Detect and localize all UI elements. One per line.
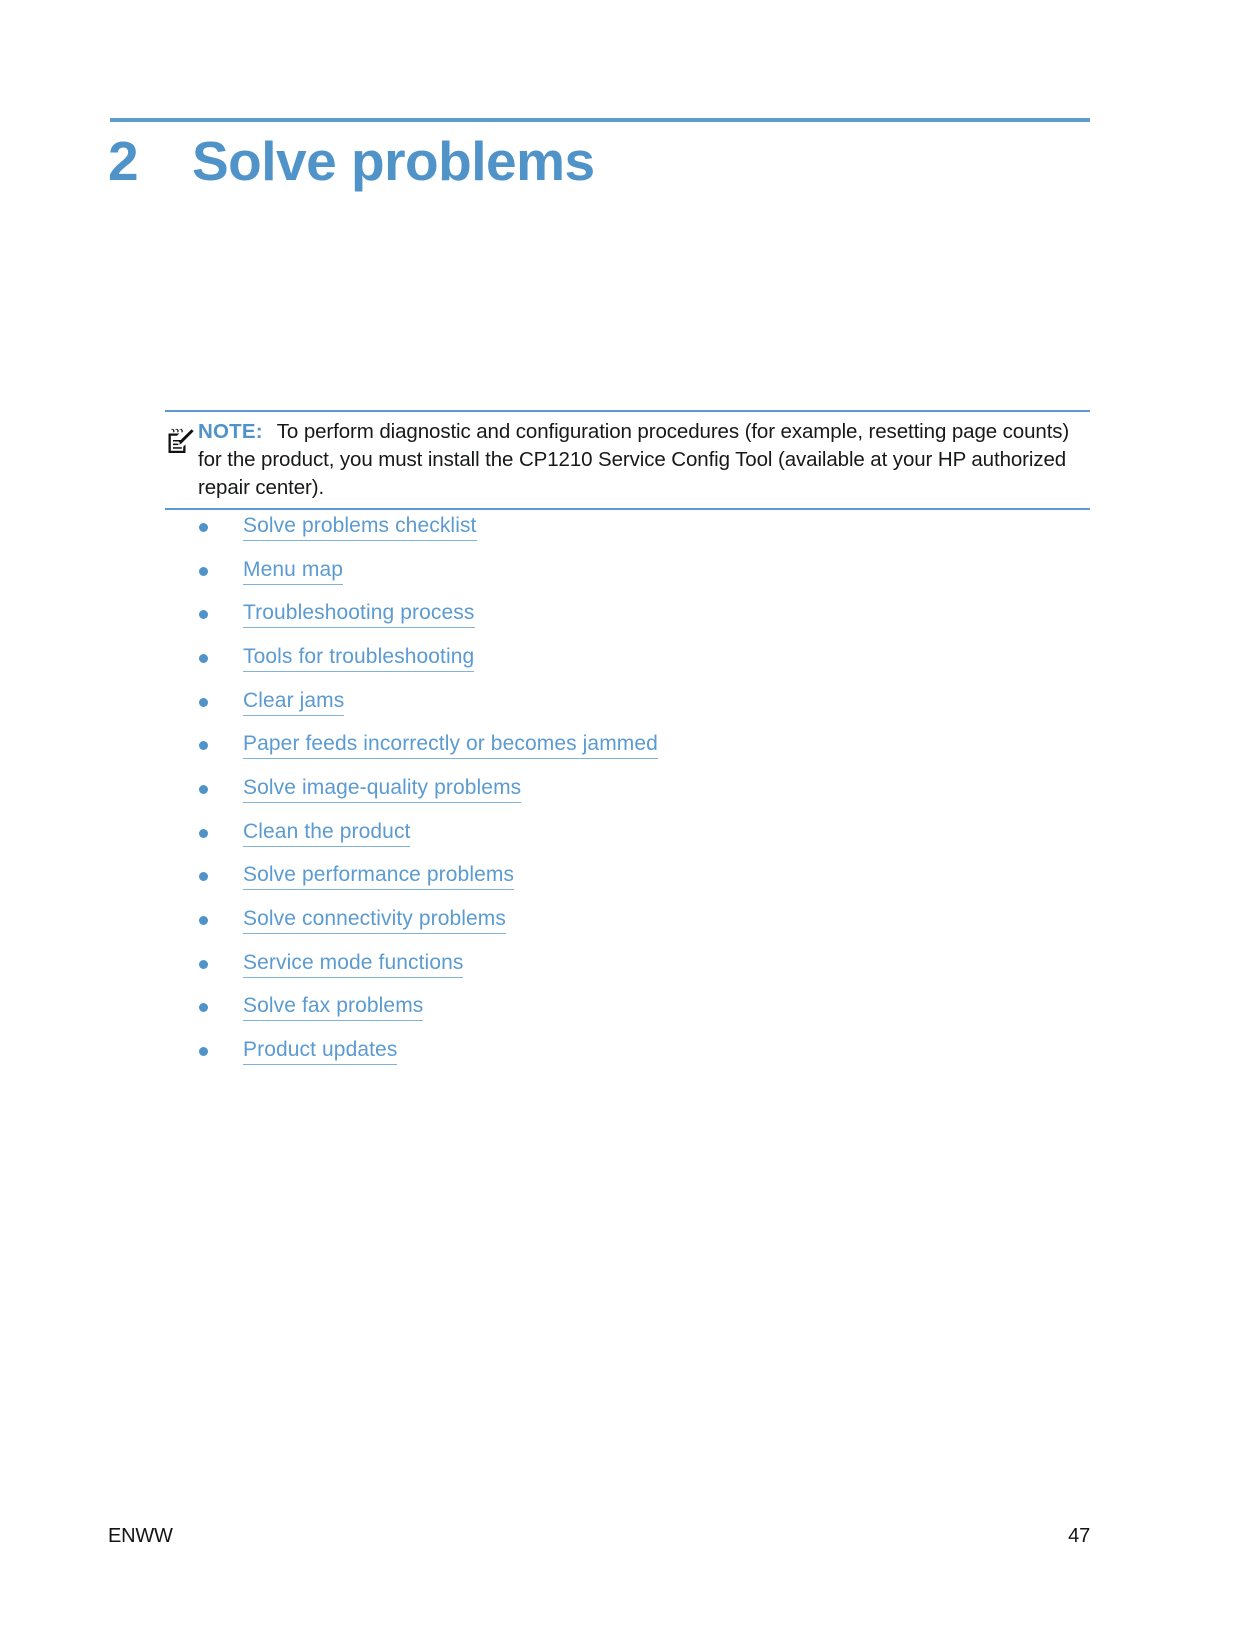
bullet-icon — [199, 959, 208, 969]
toc-link-product-updates[interactable]: Product updates — [243, 1037, 398, 1066]
list-item[interactable]: Paper feeds incorrectly or becomes jamme… — [196, 723, 1096, 767]
toc-link-clear-jams[interactable]: Clear jams — [243, 688, 345, 716]
bullet-icon — [199, 916, 208, 926]
list-item[interactable]: Clear jams — [196, 680, 1096, 724]
document-page: 2 Solve problems NOTE: To perform diagno… — [0, 0, 1240, 1650]
toc-link-solve-performance-problems[interactable]: Solve performance problems — [243, 862, 515, 891]
list-item[interactable]: Solve fax problems — [196, 986, 1096, 1030]
toc-link-solve-connectivity-problems[interactable]: Solve connectivity problems — [243, 906, 506, 935]
note-admonition: NOTE: To perform diagnostic and configura… — [165, 410, 1090, 510]
note-text: NOTE: To perform diagnostic and configura… — [198, 418, 1090, 502]
chapter-toc-list: Solve problems checklist Menu map Troubl… — [196, 505, 1096, 1073]
list-item[interactable]: Solve image-quality problems — [196, 767, 1096, 811]
bullet-icon — [199, 741, 208, 751]
toc-link-clean-the-product[interactable]: Clean the product — [243, 819, 411, 847]
list-item[interactable]: Solve performance problems — [196, 855, 1096, 899]
bullet-icon — [199, 784, 208, 794]
note-content: NOTE: To perform diagnostic and configura… — [165, 418, 1090, 502]
list-item[interactable]: Product updates — [196, 1029, 1096, 1073]
list-item[interactable]: Solve connectivity problems — [196, 898, 1096, 942]
bullet-icon — [199, 828, 208, 838]
toc-link-solve-fax-problems[interactable]: Solve fax problems — [243, 993, 424, 1022]
bullet-icon — [199, 522, 208, 532]
toc-link-solve-image-quality-problems[interactable]: Solve image-quality problems — [243, 775, 522, 803]
chapter-heading-rule — [110, 118, 1090, 122]
note-pad-pencil-icon — [165, 426, 195, 456]
page-footer: ENWW 47 — [108, 1525, 1090, 1548]
note-body: To perform diagnostic and configuration … — [198, 420, 1070, 499]
chapter-title: Solve problems — [192, 130, 595, 192]
toc-link-paper-feeds-incorrectly[interactable]: Paper feeds incorrectly or becomes jamme… — [243, 731, 658, 760]
list-item[interactable]: Solve problems checklist — [196, 505, 1096, 549]
footer-locale-label: ENWW — [108, 1525, 173, 1547]
bullet-icon — [199, 1003, 208, 1013]
list-item[interactable]: Troubleshooting process — [196, 592, 1096, 636]
note-label: NOTE: — [198, 420, 263, 443]
toc-link-service-mode-functions[interactable]: Service mode functions — [243, 950, 464, 978]
bullet-icon — [199, 610, 208, 620]
bullet-icon — [199, 1047, 208, 1057]
page-number: 47 — [1068, 1525, 1090, 1547]
bullet-icon — [199, 872, 208, 882]
toc-link-troubleshooting-process[interactable]: Troubleshooting process — [243, 600, 475, 629]
toc-link-solve-problems-checklist[interactable]: Solve problems checklist — [243, 513, 477, 541]
bullet-icon — [199, 697, 208, 707]
list-item[interactable]: Tools for troubleshooting — [196, 636, 1096, 680]
list-item[interactable]: Service mode functions — [196, 942, 1096, 986]
list-item[interactable]: Menu map — [196, 549, 1096, 593]
bullet-icon — [199, 653, 208, 663]
toc-link-tools-for-troubleshooting[interactable]: Tools for troubleshooting — [243, 644, 475, 672]
list-item[interactable]: Clean the product — [196, 811, 1096, 855]
chapter-number: 2 — [108, 130, 139, 192]
bullet-icon — [199, 566, 208, 576]
toc-link-menu-map[interactable]: Menu map — [243, 557, 344, 585]
page-title: 2 Solve problems — [108, 128, 1098, 200]
